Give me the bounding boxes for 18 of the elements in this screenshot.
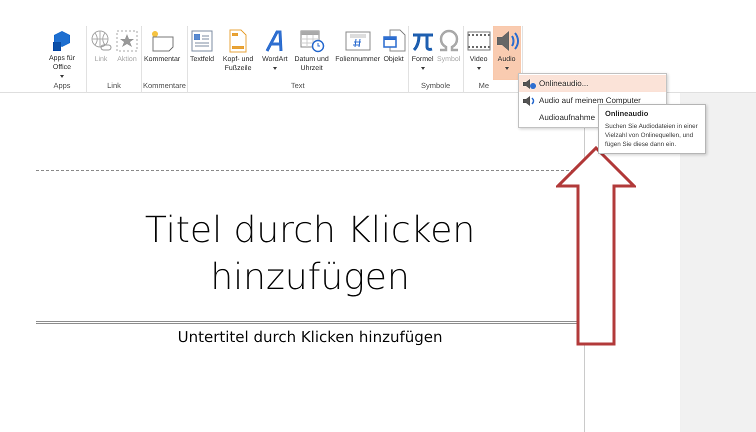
comment-icon — [149, 29, 176, 53]
caret-icon — [60, 75, 64, 78]
slide-number-icon — [344, 30, 371, 52]
caret-icon — [504, 67, 509, 70]
textbox-icon — [190, 29, 214, 53]
object-icon — [382, 29, 406, 53]
title-placeholder-text: Titel durch Klicken hinzufügen — [144, 209, 476, 300]
globe-link-icon — [89, 29, 113, 53]
page-header-icon — [228, 29, 248, 53]
speaker-icon — [522, 94, 536, 106]
film-icon — [466, 29, 492, 53]
menu-item[interactable]: Onlineaudio... — [519, 75, 666, 92]
caret-icon — [272, 67, 277, 70]
calendar-clock-icon — [298, 29, 325, 53]
subtitle-placeholder-text: Untertitel durch Klicken hinzufügen — [178, 328, 443, 346]
caret-icon — [476, 67, 481, 70]
speaker-globe-icon — [522, 78, 536, 90]
caret-icon — [420, 67, 425, 70]
